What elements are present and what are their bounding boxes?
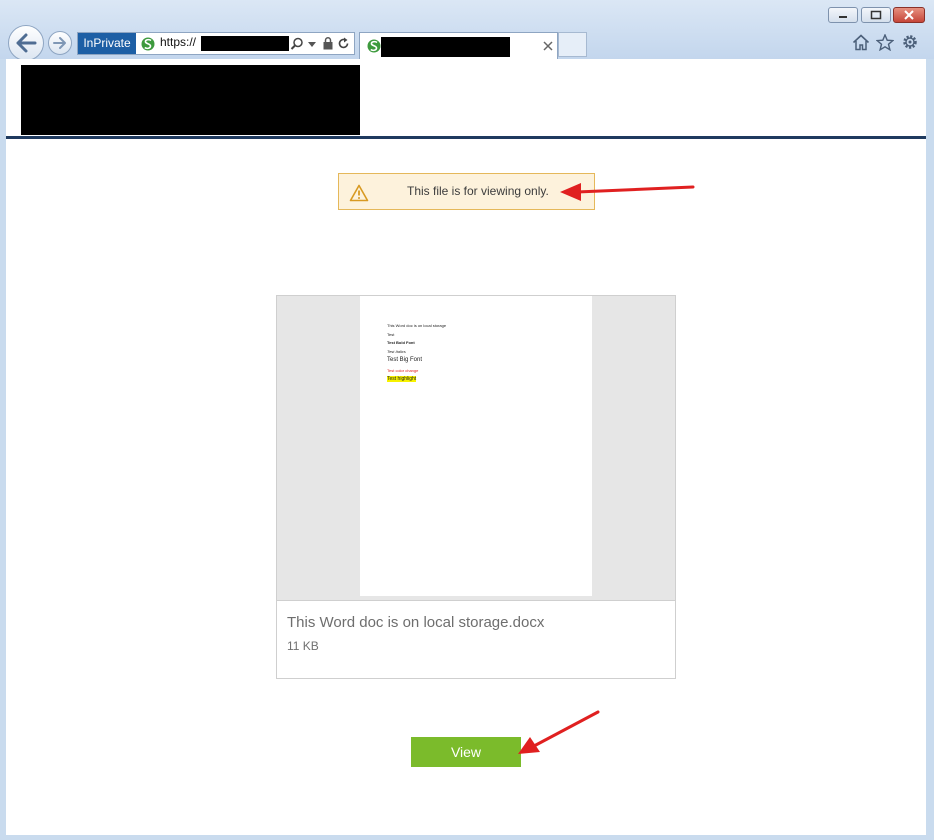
doc-line: Test Big Font [387,357,423,363]
close-icon[interactable] [543,41,553,51]
annotation-arrow-notice [560,183,695,201]
document-preview[interactable]: This Word doc is on local storage Test T… [277,296,675,601]
doc-line: Test highlight [387,376,417,382]
refresh-icon[interactable] [338,37,350,50]
annotation-arrow-view [518,710,600,754]
inprivate-badge: InPrivate [78,33,136,54]
redacted-url [201,36,289,51]
restore-icon [870,10,882,20]
doc-line: This Word doc is on local storage [387,323,447,328]
forward-arrow-icon [53,37,66,49]
document-page-thumbnail: This Word doc is on local storage Test T… [360,296,592,596]
doc-line: Test Bold Font [387,340,415,345]
restore-button[interactable] [861,7,891,23]
redacted-logo [21,65,360,135]
doc-line: Test color change [387,368,419,373]
redacted-tab-title [381,37,510,57]
citrix-sharefile-icon [367,39,381,53]
browser-chrome: InPrivate https:// [0,0,934,61]
file-name[interactable]: This Word doc is on local storage.docx [287,614,544,631]
view-button[interactable]: View [411,737,521,767]
forward-button[interactable] [48,31,72,55]
file-size: 11 KB [287,639,319,653]
address-bar[interactable]: InPrivate https:// [77,32,355,55]
chevron-down-icon[interactable] [308,42,316,48]
gear-icon[interactable] [901,33,919,51]
back-arrow-icon [16,33,37,53]
doc-line: Test Italics [387,349,406,354]
browser-tab[interactable] [359,32,558,59]
search-icon[interactable] [290,37,304,51]
notice-text: This file is for viewing only. [407,184,549,198]
doc-line: Test [387,332,395,337]
lock-icon[interactable] [323,37,333,50]
minimize-icon [839,16,847,18]
site-header [6,59,926,139]
home-icon[interactable] [852,34,870,51]
citrix-sharefile-icon [141,37,155,51]
window-frame-bottom [0,835,934,840]
close-icon [904,10,914,20]
back-button[interactable] [8,25,44,61]
star-icon[interactable] [876,34,894,51]
window-close-button[interactable] [893,7,925,23]
address-text: https:// [160,35,197,49]
file-card[interactable]: This Word doc is on local storage Test T… [276,295,676,679]
web-page: This file is for viewing only. This Word… [6,59,926,835]
minimize-button[interactable] [828,7,858,23]
warning-icon [349,184,369,202]
new-tab-button[interactable] [558,32,587,57]
